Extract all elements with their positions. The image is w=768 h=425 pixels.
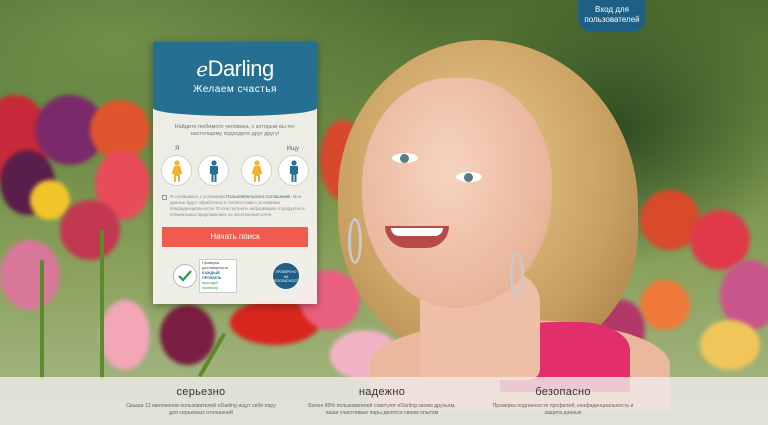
seeking-male-button[interactable] [278, 155, 309, 186]
login-button[interactable]: Вход для пользователей [578, 0, 646, 32]
seeking-gender-group [241, 155, 309, 186]
feature-reliable: надежно Более 80% пользователей советуют… [307, 377, 457, 425]
background-photo [0, 0, 768, 425]
feature-description: Более 80% пользователей советуют eDarlin… [308, 403, 456, 416]
seeking-label: Ищу [286, 146, 299, 152]
male-person-icon [209, 159, 218, 182]
terms-checkbox[interactable] [162, 195, 167, 200]
features-strip: серьезно Свыше 13 миллионов пользователе… [0, 377, 768, 425]
woman-eye-left [392, 153, 418, 163]
card-header: eDarling Желаем счастья [153, 42, 317, 116]
terms-link[interactable]: Пользовательского Соглашения [226, 194, 290, 199]
feature-description: Проверка подлинности профилей, конфиденц… [492, 403, 634, 416]
trust-badges: Проверка достоверности КАЖДЫЙ ПРОФИЛЬ пр… [153, 247, 317, 293]
checkmark-icon [173, 264, 197, 288]
seeking-female-button[interactable] [241, 155, 272, 186]
security-seal-icon: ПРОВЕРЕНО НА БЕЗОПАСНОСТЬ [273, 263, 300, 289]
female-person-icon [251, 159, 262, 182]
feature-title: надежно [358, 386, 406, 398]
feature-title: безопасно [535, 386, 591, 398]
feature-description: Свыше 13 миллионов пользователей eDarlin… [126, 403, 276, 416]
i-am-gender-group [161, 155, 229, 186]
card-subtitle: Найдите любимого человека, с которым вы … [174, 124, 296, 137]
login-label-line2: пользователей [584, 15, 640, 24]
i-am-female-button[interactable] [161, 155, 192, 186]
start-search-button[interactable]: Начать поиск [162, 227, 308, 247]
edarling-logo: eDarling [196, 56, 274, 81]
woman-eye-right [456, 172, 482, 182]
feature-safe: безопасно Проверка подлинности профилей,… [488, 377, 638, 425]
male-person-icon [289, 159, 298, 182]
tagline: Желаем счастья [193, 84, 277, 95]
female-person-icon [171, 159, 182, 182]
feature-serious: серьезно Свыше 13 миллионов пользователе… [126, 377, 276, 425]
terms-text: Я соглашаюсь с условиями Пользовательско… [170, 194, 305, 217]
i-am-male-button[interactable] [198, 155, 229, 186]
profile-check-badge: Проверка достоверности КАЖДЫЙ ПРОФИЛЬ пр… [173, 259, 237, 293]
profile-check-text: Проверка достоверности КАЖДЫЙ ПРОФИЛЬ пр… [199, 259, 237, 293]
login-label-line1: Вход для [595, 5, 629, 14]
terms-block: Я соглашаюсь с условиями Пользовательско… [153, 186, 317, 218]
feature-title: серьезно [176, 386, 226, 398]
signup-card: eDarling Желаем счастья Найдите любимого… [153, 42, 317, 304]
earring-left [348, 218, 362, 264]
i-am-label: Я [175, 146, 180, 152]
earring-right [510, 252, 524, 298]
